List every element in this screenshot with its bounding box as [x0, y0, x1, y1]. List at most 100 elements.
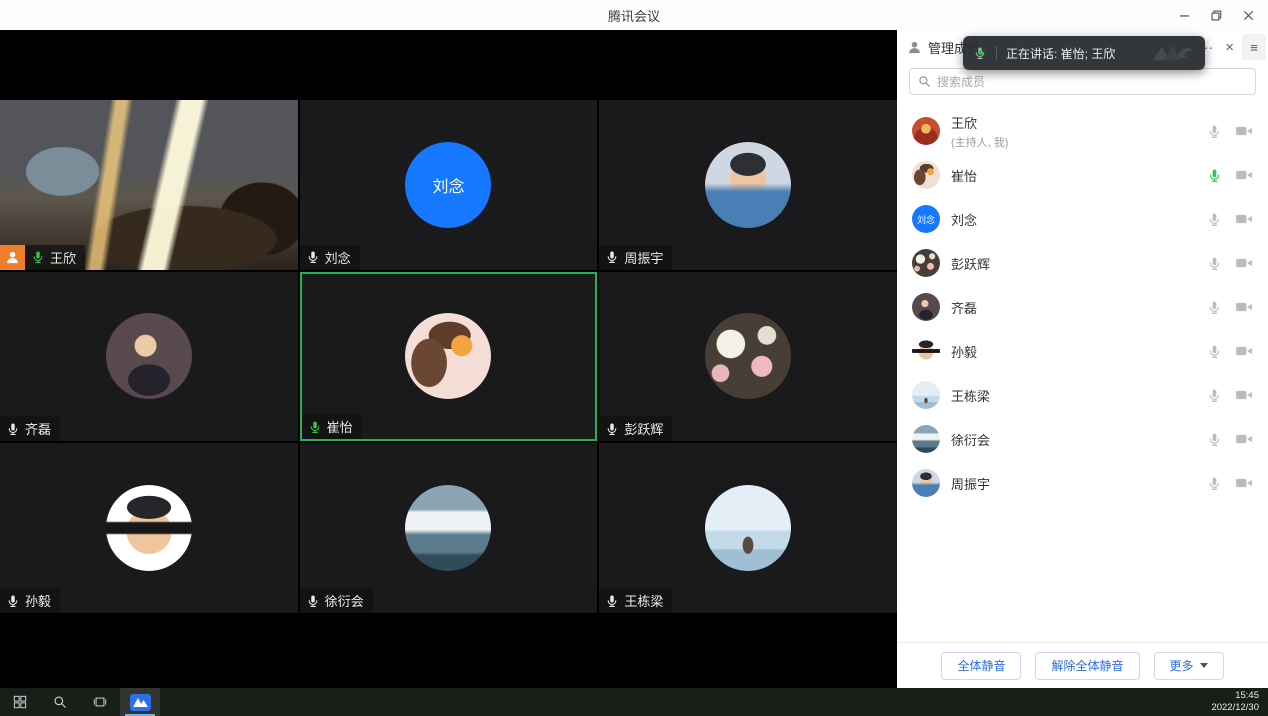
- mic-icon: [605, 250, 619, 264]
- camera-icon[interactable]: [1235, 474, 1253, 492]
- video-tile-liunian[interactable]: 刘念 刘念: [300, 100, 598, 270]
- clock-time: 15:45: [1235, 690, 1259, 701]
- tile-name: 徐衍会: [325, 591, 364, 610]
- member-row-wangdongliang[interactable]: 王栋梁: [897, 373, 1268, 417]
- member-search[interactable]: [909, 68, 1256, 95]
- mic-icon: [31, 250, 45, 264]
- mic-icon[interactable]: [1207, 476, 1222, 491]
- minimize-icon[interactable]: [1168, 0, 1200, 30]
- video-tile-qilei[interactable]: 齐磊: [0, 272, 298, 442]
- video-tile-zhouzhenyu[interactable]: 周振宇: [599, 100, 897, 270]
- hamburger-menu-icon[interactable]: ≡: [1242, 34, 1266, 60]
- mic-icon: [306, 594, 320, 608]
- caret-down-icon: [1200, 663, 1208, 668]
- video-area: 王欣 刘念 刘念 周振宇: [0, 30, 897, 688]
- tile-name: 刘念: [325, 248, 351, 267]
- video-tile-sunyi[interactable]: 孙毅: [0, 443, 298, 613]
- member-row-wangxin[interactable]: 王欣 (主持人, 我): [897, 109, 1268, 153]
- tile-label: 王欣: [0, 245, 85, 270]
- avatar: 刘念: [912, 205, 940, 233]
- avatar: 刘念: [405, 142, 491, 228]
- search-icon: [918, 75, 931, 88]
- member-name: 崔怡: [951, 166, 977, 185]
- video-tile-wangdongliang[interactable]: 王栋梁: [599, 443, 897, 613]
- mic-icon[interactable]: [1207, 388, 1222, 403]
- avatar: [912, 117, 940, 145]
- member-row-liunian[interactable]: 刘念 刘念: [897, 197, 1268, 241]
- mic-icon: [605, 422, 619, 436]
- speaking-text: 正在讲话: 崔怡; 王欣: [1006, 45, 1115, 62]
- member-row-cuiyi[interactable]: 崔怡: [897, 153, 1268, 197]
- tile-name: 王欣: [50, 248, 76, 267]
- unmute-all-button[interactable]: 解除全体静音: [1035, 652, 1139, 680]
- mic-icon[interactable]: [1207, 168, 1222, 183]
- member-row-pengyuehui[interactable]: 彭跃辉: [897, 241, 1268, 285]
- mic-icon[interactable]: [1207, 344, 1222, 359]
- host-badge-icon: [0, 245, 25, 270]
- mic-icon[interactable]: [1207, 124, 1222, 139]
- tile-name: 齐磊: [25, 419, 51, 438]
- avatar: [912, 249, 940, 277]
- panel-close-icon[interactable]: ×: [1225, 40, 1234, 55]
- member-row-xuyanhui[interactable]: 徐衍会: [897, 417, 1268, 461]
- divider: [996, 46, 997, 60]
- avatar: [705, 485, 791, 571]
- avatar: [705, 313, 791, 399]
- mic-icon: [6, 594, 20, 608]
- avatar: [912, 425, 940, 453]
- window-controls: [1168, 0, 1264, 30]
- close-window-icon[interactable]: [1232, 0, 1264, 30]
- avatar: [106, 485, 192, 571]
- camera-icon[interactable]: [1235, 298, 1253, 316]
- video-grid: 王欣 刘念 刘念 周振宇: [0, 100, 897, 613]
- members-panel: 管理成员 ··· × ≡ 王欣 (主持人, 我): [897, 30, 1268, 688]
- camera-icon[interactable]: [1235, 386, 1253, 404]
- window-titlebar: 腾讯会议: [0, 0, 1268, 30]
- video-tile-wangxin[interactable]: 王欣: [0, 100, 298, 270]
- mic-icon: [6, 422, 20, 436]
- taskbar-clock[interactable]: 15:45 2022/12/30: [1211, 690, 1268, 715]
- camera-icon[interactable]: [1235, 166, 1253, 184]
- meeting-app-taskbar-icon[interactable]: [120, 688, 160, 716]
- member-name: 徐衍会: [951, 430, 990, 449]
- mic-icon[interactable]: [1207, 432, 1222, 447]
- toast-mic-icon: [973, 46, 987, 60]
- camera-icon[interactable]: [1235, 342, 1253, 360]
- start-button-icon[interactable]: [0, 688, 40, 716]
- more-button[interactable]: 更多: [1154, 652, 1224, 680]
- tile-name: 孙毅: [25, 591, 51, 610]
- mic-icon[interactable]: [1207, 256, 1222, 271]
- video-tile-xuyanhui[interactable]: 徐衍会: [300, 443, 598, 613]
- clock-date: 2022/12/30: [1211, 702, 1259, 713]
- panel-footer: 全体静音 解除全体静音 更多: [897, 642, 1268, 688]
- camera-icon[interactable]: [1235, 430, 1253, 448]
- tile-name: 王栋梁: [624, 591, 663, 610]
- mic-icon[interactable]: [1207, 212, 1222, 227]
- member-name: 王欣: [951, 113, 1008, 132]
- camera-icon[interactable]: [1235, 254, 1253, 272]
- camera-icon[interactable]: [1235, 122, 1253, 140]
- avatar: [912, 337, 940, 365]
- member-row-qilei[interactable]: 齐磊: [897, 285, 1268, 329]
- member-name: 齐磊: [951, 298, 977, 317]
- meeting-logo-icon: [1151, 44, 1195, 62]
- camera-icon[interactable]: [1235, 210, 1253, 228]
- taskbar-search-icon[interactable]: [40, 688, 80, 716]
- mic-icon: [605, 594, 619, 608]
- windows-taskbar: 15:45 2022/12/30: [0, 688, 1268, 716]
- mute-all-button[interactable]: 全体静音: [941, 652, 1021, 680]
- restore-icon[interactable]: [1200, 0, 1232, 30]
- mic-icon: [308, 420, 322, 434]
- video-tile-cuiyi-active[interactable]: 崔怡: [300, 272, 598, 442]
- member-name: 刘念: [951, 210, 977, 229]
- search-input[interactable]: [937, 75, 1247, 89]
- mic-icon[interactable]: [1207, 300, 1222, 315]
- tile-name: 周振宇: [624, 248, 663, 267]
- member-row-sunyi[interactable]: 孙毅: [897, 329, 1268, 373]
- member-row-zhouzhenyu[interactable]: 周振宇: [897, 461, 1268, 505]
- video-tile-pengyuehui[interactable]: 彭跃辉: [599, 272, 897, 442]
- member-name: 孙毅: [951, 342, 977, 361]
- speaking-toast: 正在讲话: 崔怡; 王欣: [963, 36, 1205, 70]
- avatar: [705, 142, 791, 228]
- task-view-icon[interactable]: [80, 688, 120, 716]
